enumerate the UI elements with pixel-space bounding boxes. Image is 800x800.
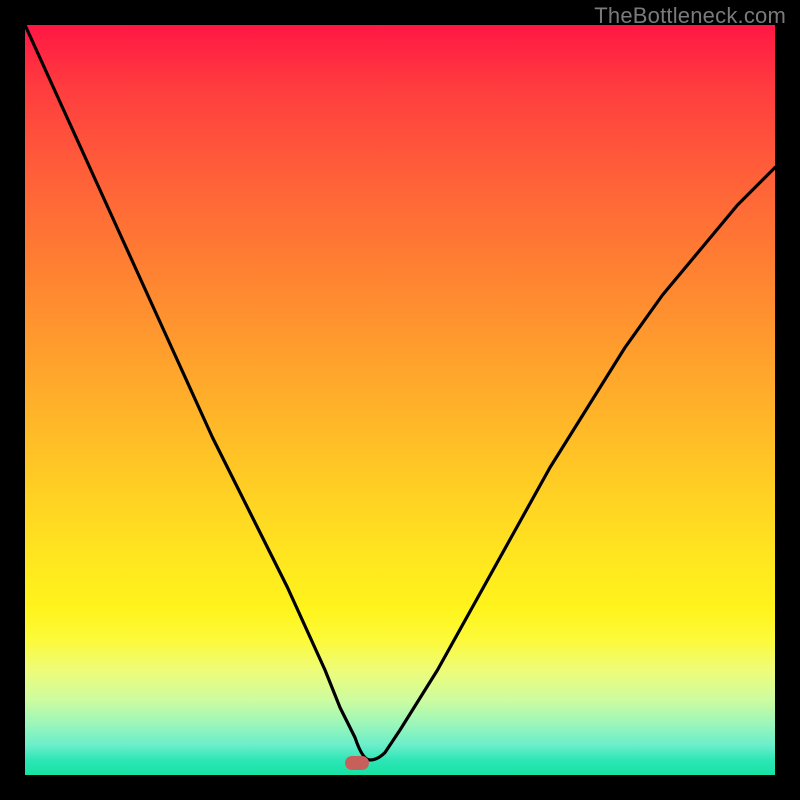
curve-path — [25, 25, 775, 760]
chart-frame: TheBottleneck.com — [0, 0, 800, 800]
plot-area — [25, 25, 775, 775]
bottleneck-curve — [25, 25, 775, 775]
optimal-marker — [345, 756, 369, 770]
